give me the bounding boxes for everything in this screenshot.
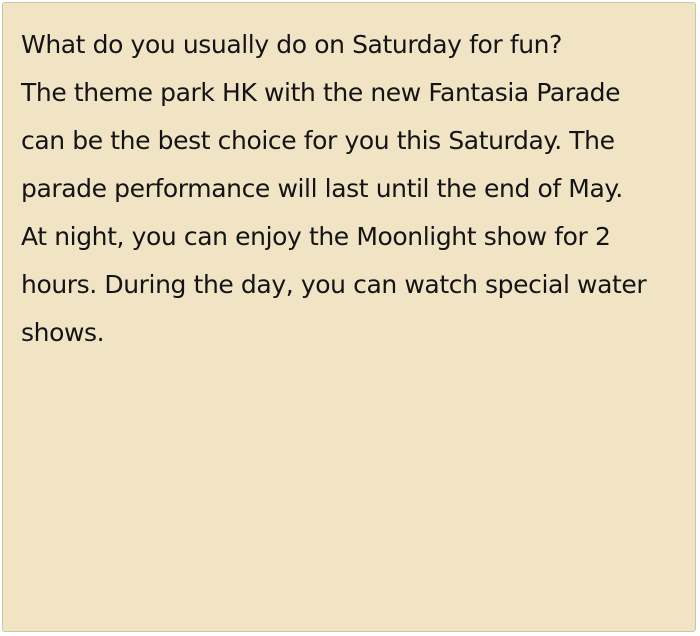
passage-line-1: What do you usually do on Saturday for f… (21, 30, 562, 59)
passage-line-5: At night, you can enjoy the Moonlight sh… (21, 222, 611, 251)
reading-card: What do you usually do on Saturday for f… (2, 2, 696, 632)
passage-line-3: can be the best choice for you this Satu… (21, 126, 615, 155)
passage-text: What do you usually do on Saturday for f… (21, 21, 681, 357)
passage-line-4: parade performance will last until the e… (21, 174, 623, 203)
passage-line-6: hours. During the day, you can watch spe… (21, 270, 647, 299)
passage-line-7: shows. (21, 318, 105, 347)
passage-line-2: The theme park HK with the new Fantasia … (21, 78, 621, 107)
